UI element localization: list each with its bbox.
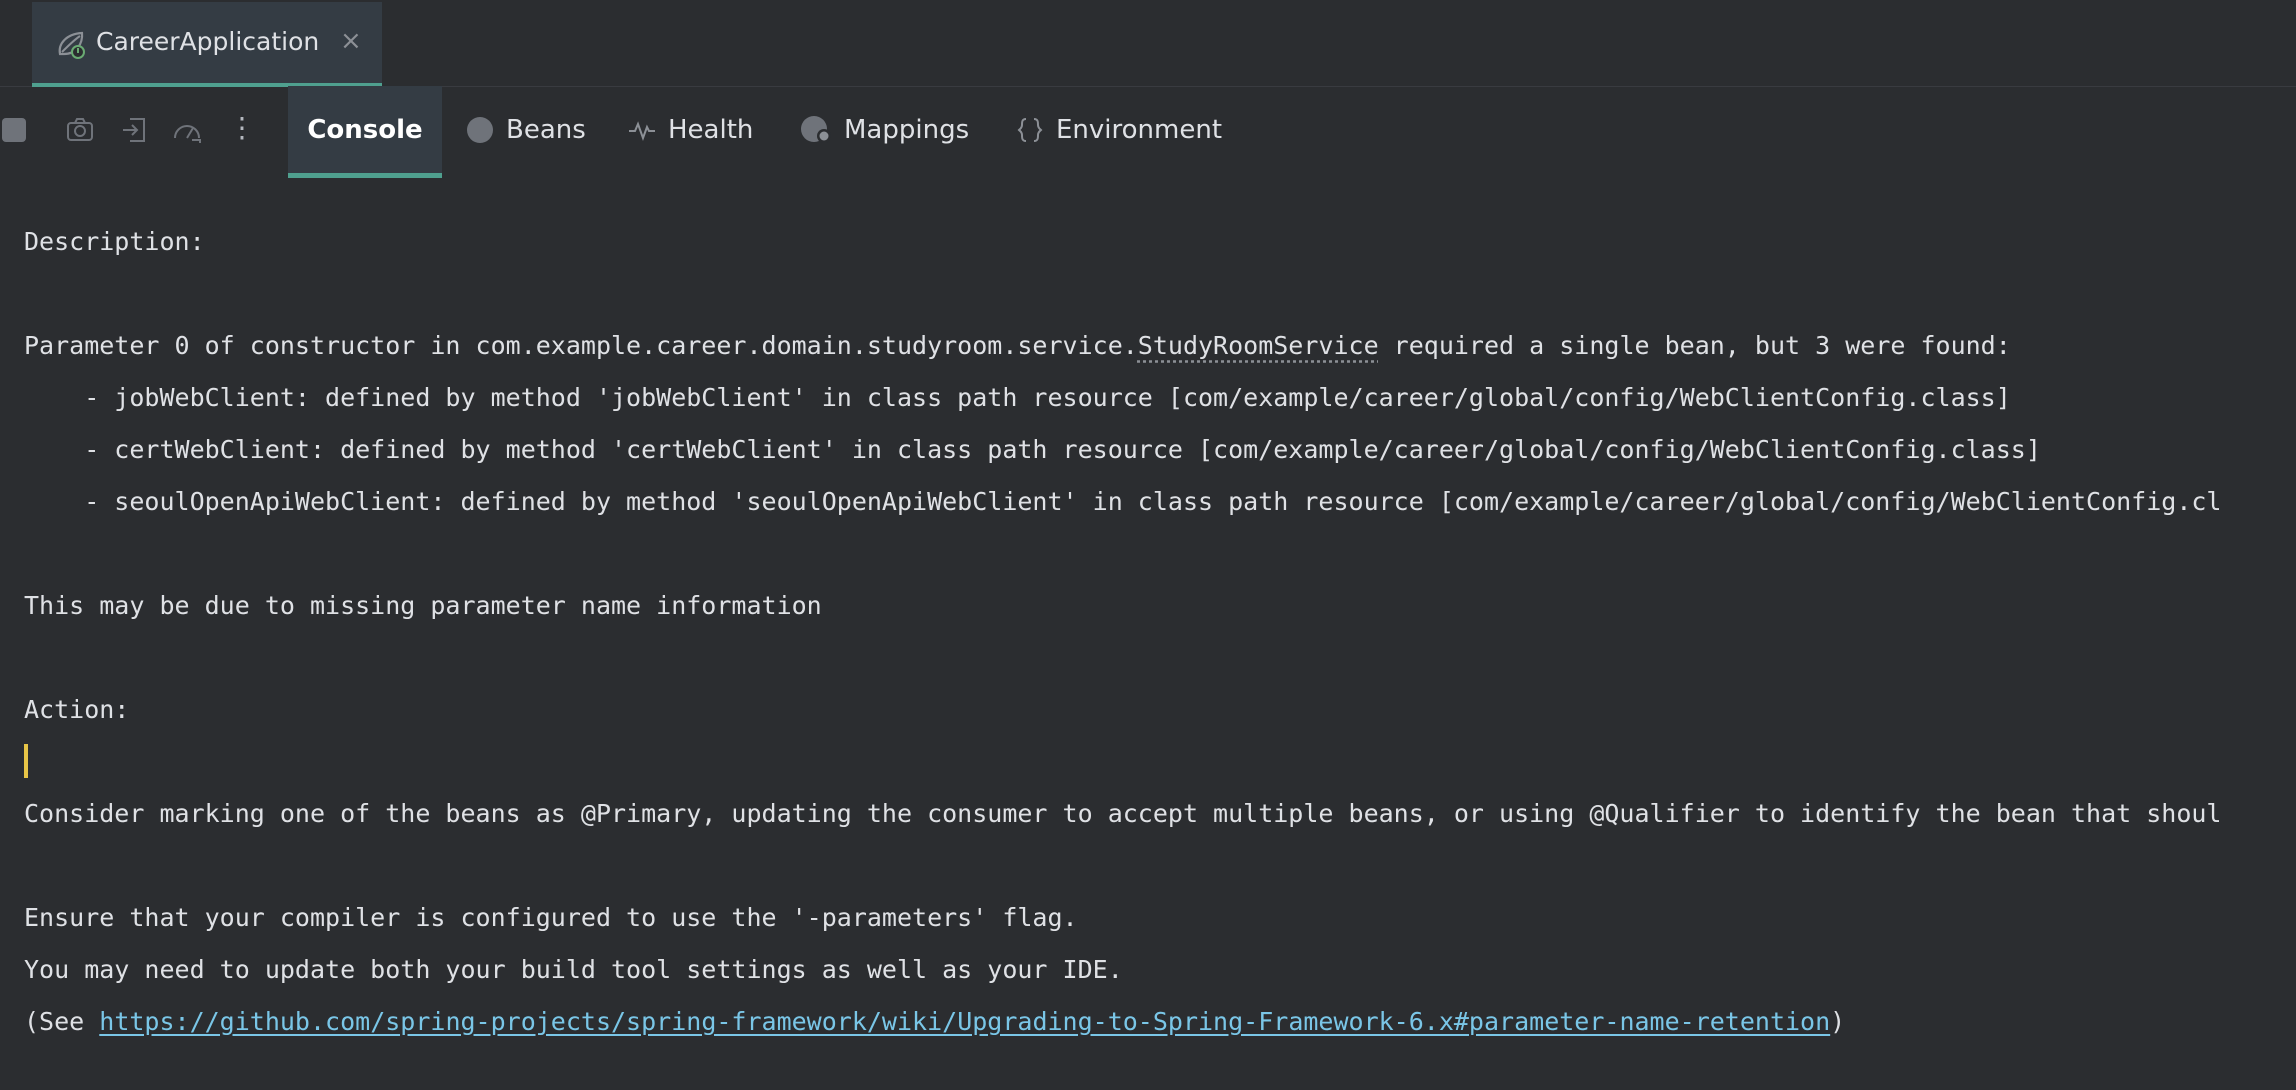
- spring-boot-icon: [56, 30, 88, 60]
- mapping-icon: [800, 115, 832, 145]
- tab-environment-label: Environment: [1056, 115, 1223, 145]
- tab-mappings-label: Mappings: [844, 115, 970, 145]
- console-line-see: (See https://github.com/spring-projects/…: [24, 1002, 1845, 1042]
- tab-console[interactable]: Console: [288, 86, 442, 178]
- run-tab-career-application[interactable]: CareerApplication ×: [32, 2, 382, 84]
- tab-health-label: Health: [668, 115, 754, 145]
- more-vertical-icon[interactable]: ⋮: [228, 114, 256, 142]
- text-caret: [24, 744, 28, 778]
- console-output[interactable]: Description: Parameter 0 of constructor …: [24, 210, 2296, 1036]
- pulse-icon: [628, 116, 656, 144]
- login-icon[interactable]: [120, 116, 148, 144]
- close-icon[interactable]: ×: [340, 26, 362, 56]
- param-prefix: Parameter 0 of constructor in com.exampl…: [24, 331, 1138, 360]
- services-toolbar: ⋮ Console Beans Health Mappings Environm…: [0, 86, 2296, 178]
- console-line-parameter: Parameter 0 of constructor in com.exampl…: [24, 326, 2011, 366]
- console-line-description: Description:: [24, 227, 205, 256]
- console-line-update: You may need to update both your build t…: [24, 955, 1123, 984]
- stop-icon[interactable]: [2, 118, 26, 142]
- camera-icon[interactable]: [66, 116, 94, 144]
- tab-environment[interactable]: Environment: [1016, 86, 1222, 174]
- docs-link[interactable]: https://github.com/spring-projects/sprin…: [99, 1007, 1830, 1036]
- console-line-missing-info: This may be due to missing parameter nam…: [24, 591, 822, 620]
- tab-console-label: Console: [307, 115, 423, 145]
- run-tab-title: CareerApplication: [96, 27, 320, 56]
- bean-icon: [466, 116, 494, 144]
- console-line-consider: Consider marking one of the beans as @Pr…: [24, 799, 2222, 828]
- see-prefix: (See: [24, 1007, 100, 1036]
- run-tab-strip: CareerApplication ×: [0, 0, 2296, 87]
- console-line-action: Action:: [24, 695, 130, 724]
- tab-health[interactable]: Health: [628, 86, 753, 174]
- tab-beans-label: Beans: [506, 115, 586, 145]
- console-line-bean-2: - certWebClient: defined by method 'cert…: [24, 435, 2041, 464]
- braces-icon: [1016, 116, 1044, 144]
- see-suffix: ): [1830, 1007, 1846, 1036]
- class-reference-link[interactable]: StudyRoomService: [1138, 331, 1379, 360]
- tab-beans[interactable]: Beans: [466, 86, 586, 174]
- console-line-bean-3: - seoulOpenApiWebClient: defined by meth…: [24, 487, 2222, 516]
- console-line-bean-1: - jobWebClient: defined by method 'jobWe…: [24, 383, 2011, 412]
- console-line-ensure: Ensure that your compiler is configured …: [24, 903, 1078, 932]
- param-suffix: required a single bean, but 3 were found…: [1378, 331, 2011, 360]
- tab-mappings[interactable]: Mappings: [800, 86, 969, 174]
- speedometer-icon[interactable]: [172, 116, 201, 144]
